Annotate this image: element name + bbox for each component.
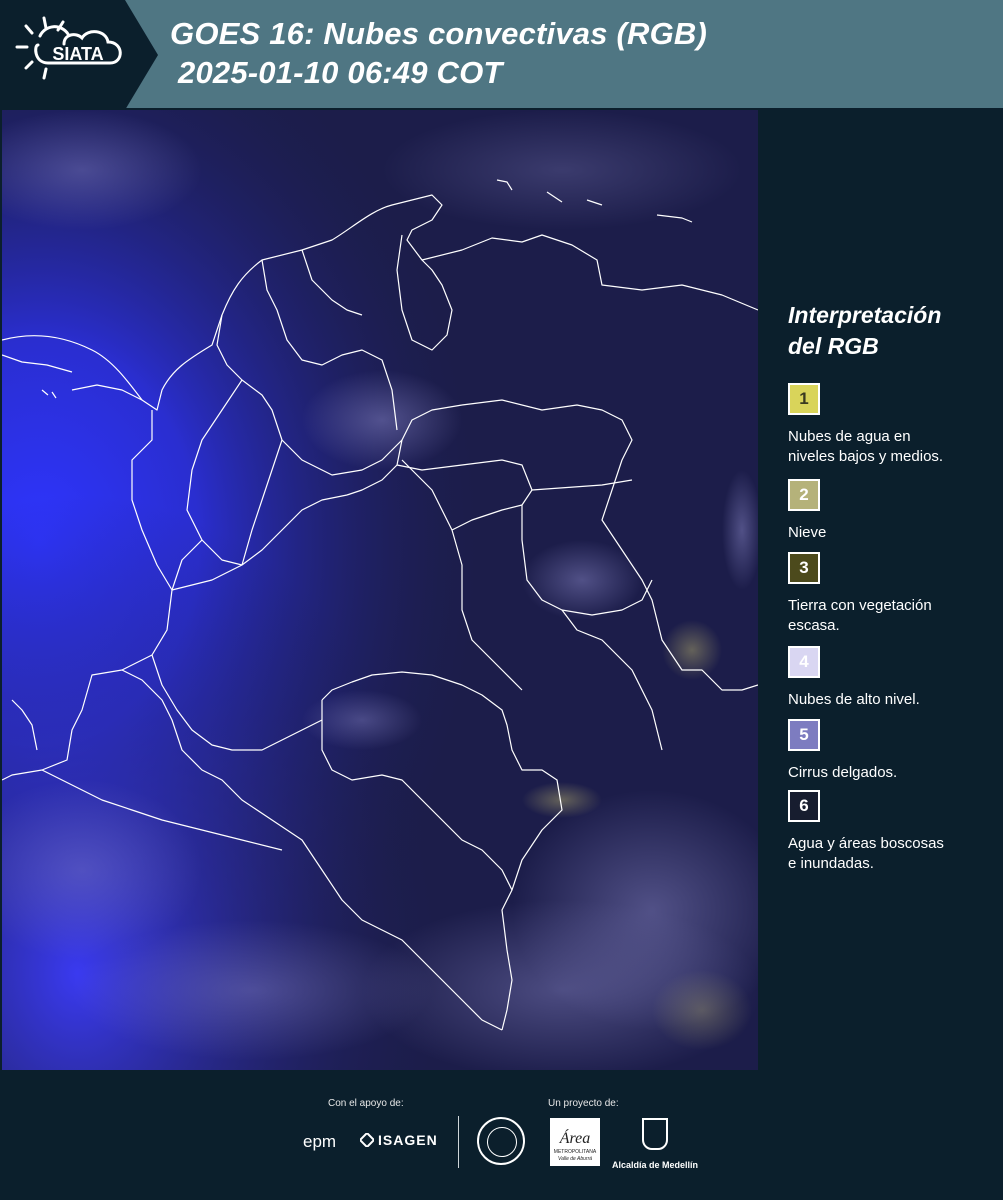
siata-logo-text: SIATA [52,44,103,64]
legend-item: 1 Nubes de agua en niveles bajos y medio… [788,383,998,467]
footer-divider [458,1116,459,1168]
legend-label-line: Tierra con vegetación [788,597,932,614]
satellite-map [2,110,758,1070]
legend-label: Tierra con vegetación escasa. [788,596,998,636]
page-timestamp: 2025-01-10 06:49 COT [178,55,503,90]
isagen-icon [358,1131,376,1149]
legend-label: Cirrus delgados. [788,763,998,783]
legend-label: Nieve [788,523,998,543]
siata-logo: SIATA [0,0,160,110]
legend-swatch: 6 [788,790,820,822]
legend-label-line: Nieve [788,524,827,541]
legend-title-line1: Interpretación [788,302,942,328]
page-title: GOES 16: Nubes convectivas (RGB) [170,16,708,51]
area-metropolitana-logo: Área METROPOLITANA Valle de Aburrá [550,1118,600,1166]
legend-label: Agua y áreas boscosas e inundadas. [788,834,998,874]
legend-item: 4 Nubes de alto nivel. [788,646,998,710]
legend-swatch: 3 [788,552,820,584]
legend-panel: Interpretación del RGB 1 Nubes de agua e… [770,110,1003,1070]
footer: Con el apoyo de: Un proyecto de: epm ISA… [0,1070,1003,1200]
medellin-shield-icon [642,1118,668,1150]
legend-label-line: Agua y áreas boscosas [788,835,944,852]
legend-label-line: niveles bajos y medios. [788,448,944,465]
legend-swatch: 1 [788,383,820,415]
legend-swatch: 4 [788,646,820,678]
support-caption: Con el apoyo de: [328,1098,404,1109]
isagen-logo: ISAGEN [358,1131,438,1149]
legend-label-line: Cirrus delgados. [788,764,898,781]
legend-swatch: 5 [788,719,820,751]
alcaldia-label: Alcaldía de Medellín [612,1160,699,1170]
legend-item: 2 Nieve [788,479,998,543]
header: SIATA GOES 16: Nubes convectivas (RGB) 2… [0,0,1003,110]
legend-label: Nubes de alto nivel. [788,690,998,710]
university-seal-icon [477,1117,525,1165]
legend-label-line: e inundadas. [788,855,874,872]
legend-item: 5 Cirrus delgados. [788,719,998,783]
area-logo-name: Área [559,1128,591,1147]
legend-title-line2: del RGB [788,333,879,359]
area-logo-sub2: Valle de Aburrá [558,1156,592,1162]
legend-title: Interpretación del RGB [788,300,988,362]
legend-item: 3 Tierra con vegetación escasa. [788,552,998,636]
epm-logo: epm [303,1132,337,1151]
area-logo-sub1: METROPOLITANA [554,1149,597,1155]
legend-label-line: Nubes de agua en [788,428,911,445]
legend-swatch: 2 [788,479,820,511]
legend-label-line: escasa. [788,617,840,634]
legend-item: 6 Agua y áreas boscosas e inundadas. [788,790,998,874]
legend-label-line: Nubes de alto nivel. [788,691,920,708]
isagen-text: ISAGEN [378,1132,438,1148]
project-caption: Un proyecto de: [548,1098,619,1109]
legend-label: Nubes de agua en niveles bajos y medios. [788,427,998,467]
